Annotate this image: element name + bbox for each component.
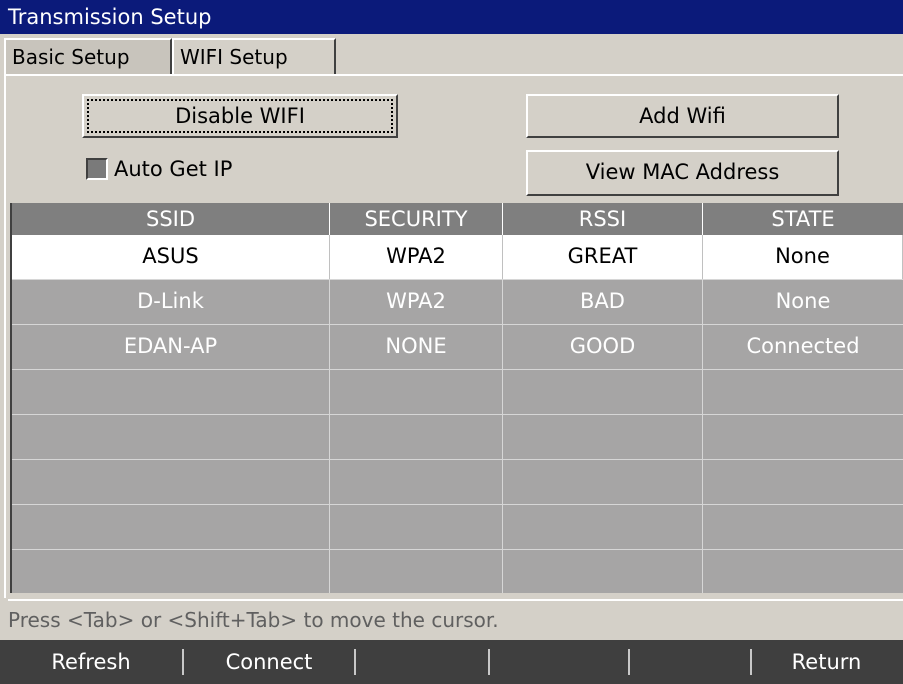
- rssi-cell: [503, 505, 703, 549]
- ssid-cell: ASUS: [12, 235, 330, 279]
- footer-blank-button-1[interactable]: [356, 640, 488, 684]
- rssi-cell: GREAT: [503, 235, 703, 279]
- state-cell: [703, 370, 903, 414]
- rssi-cell: [503, 370, 703, 414]
- ssid-cell: [12, 415, 330, 459]
- security-cell: WPA2: [330, 280, 503, 324]
- table-row[interactable]: [12, 505, 903, 550]
- table-header: SSID SECURITY RSSI STATE: [12, 203, 903, 235]
- ssid-cell: EDAN-AP: [12, 325, 330, 369]
- ssid-cell: [12, 460, 330, 504]
- security-cell: [330, 370, 503, 414]
- security-cell: [330, 415, 503, 459]
- state-cell: [703, 505, 903, 549]
- ssid-cell: [12, 505, 330, 549]
- ssid-cell: D-Link: [12, 280, 330, 324]
- ssid-cell: [12, 370, 330, 414]
- column-header-rssi[interactable]: RSSI: [503, 203, 703, 235]
- status-hint: Press <Tab> or <Shift+Tab> to move the c…: [8, 599, 903, 637]
- refresh-button[interactable]: Refresh: [0, 640, 182, 684]
- state-cell: [703, 415, 903, 459]
- state-cell: None: [703, 235, 903, 279]
- ssid-cell: [12, 550, 330, 593]
- auto-get-ip-label: Auto Get IP: [114, 157, 233, 181]
- security-cell: [330, 505, 503, 549]
- tab-basic-setup[interactable]: Basic Setup: [4, 38, 172, 74]
- rssi-cell: [503, 550, 703, 593]
- view-mac-address-button[interactable]: View MAC Address: [526, 150, 839, 196]
- checkbox-box[interactable]: [86, 158, 108, 180]
- auto-get-ip-checkbox[interactable]: Auto Get IP: [86, 152, 232, 186]
- return-button[interactable]: Return: [752, 640, 901, 684]
- column-header-ssid[interactable]: SSID: [12, 203, 330, 235]
- security-cell: NONE: [330, 325, 503, 369]
- state-cell: None: [775, 289, 831, 313]
- table-row[interactable]: [12, 415, 903, 460]
- footer-toolbar: Refresh Connect Return: [0, 640, 903, 684]
- table-row[interactable]: D-Link WPA2 BAD None: [12, 280, 903, 325]
- table-row[interactable]: [12, 370, 903, 415]
- rssi-cell: BAD: [503, 280, 703, 324]
- state-cell: [703, 460, 903, 504]
- state-cell: [703, 550, 903, 593]
- rssi-cell: [503, 415, 703, 459]
- table-row[interactable]: ASUS WPA2 GREAT None: [12, 235, 903, 280]
- security-cell: WPA2: [330, 235, 503, 279]
- footer-blank-button-3[interactable]: [630, 640, 750, 684]
- rssi-cell: GOOD: [503, 325, 703, 369]
- disable-wifi-label: Disable WIFI: [87, 99, 393, 133]
- connect-button[interactable]: Connect: [184, 640, 354, 684]
- tab-wifi-setup[interactable]: WIFI Setup: [172, 38, 336, 74]
- table-row[interactable]: [12, 550, 903, 593]
- column-header-security[interactable]: SECURITY: [330, 203, 503, 235]
- wifi-network-table: SSID SECURITY RSSI STATE ASUS WPA2 GREAT…: [10, 203, 903, 593]
- disable-wifi-button[interactable]: Disable WIFI: [82, 94, 398, 138]
- column-header-state[interactable]: STATE: [703, 203, 903, 235]
- rssi-cell: [503, 460, 703, 504]
- footer-blank-button-2[interactable]: [490, 640, 628, 684]
- state-cell: Connected: [746, 334, 860, 358]
- add-wifi-button[interactable]: Add Wifi: [526, 94, 839, 138]
- security-cell: [330, 550, 503, 593]
- table-row[interactable]: [12, 460, 903, 505]
- window-title: Transmission Setup: [0, 0, 903, 34]
- tab-bar: Basic Setup WIFI Setup: [0, 34, 903, 74]
- add-wifi-label: Add Wifi: [639, 104, 726, 128]
- view-mac-address-label: View MAC Address: [585, 160, 780, 184]
- security-cell: [330, 460, 503, 504]
- table-row[interactable]: EDAN-AP NONE GOOD Connected: [12, 325, 903, 370]
